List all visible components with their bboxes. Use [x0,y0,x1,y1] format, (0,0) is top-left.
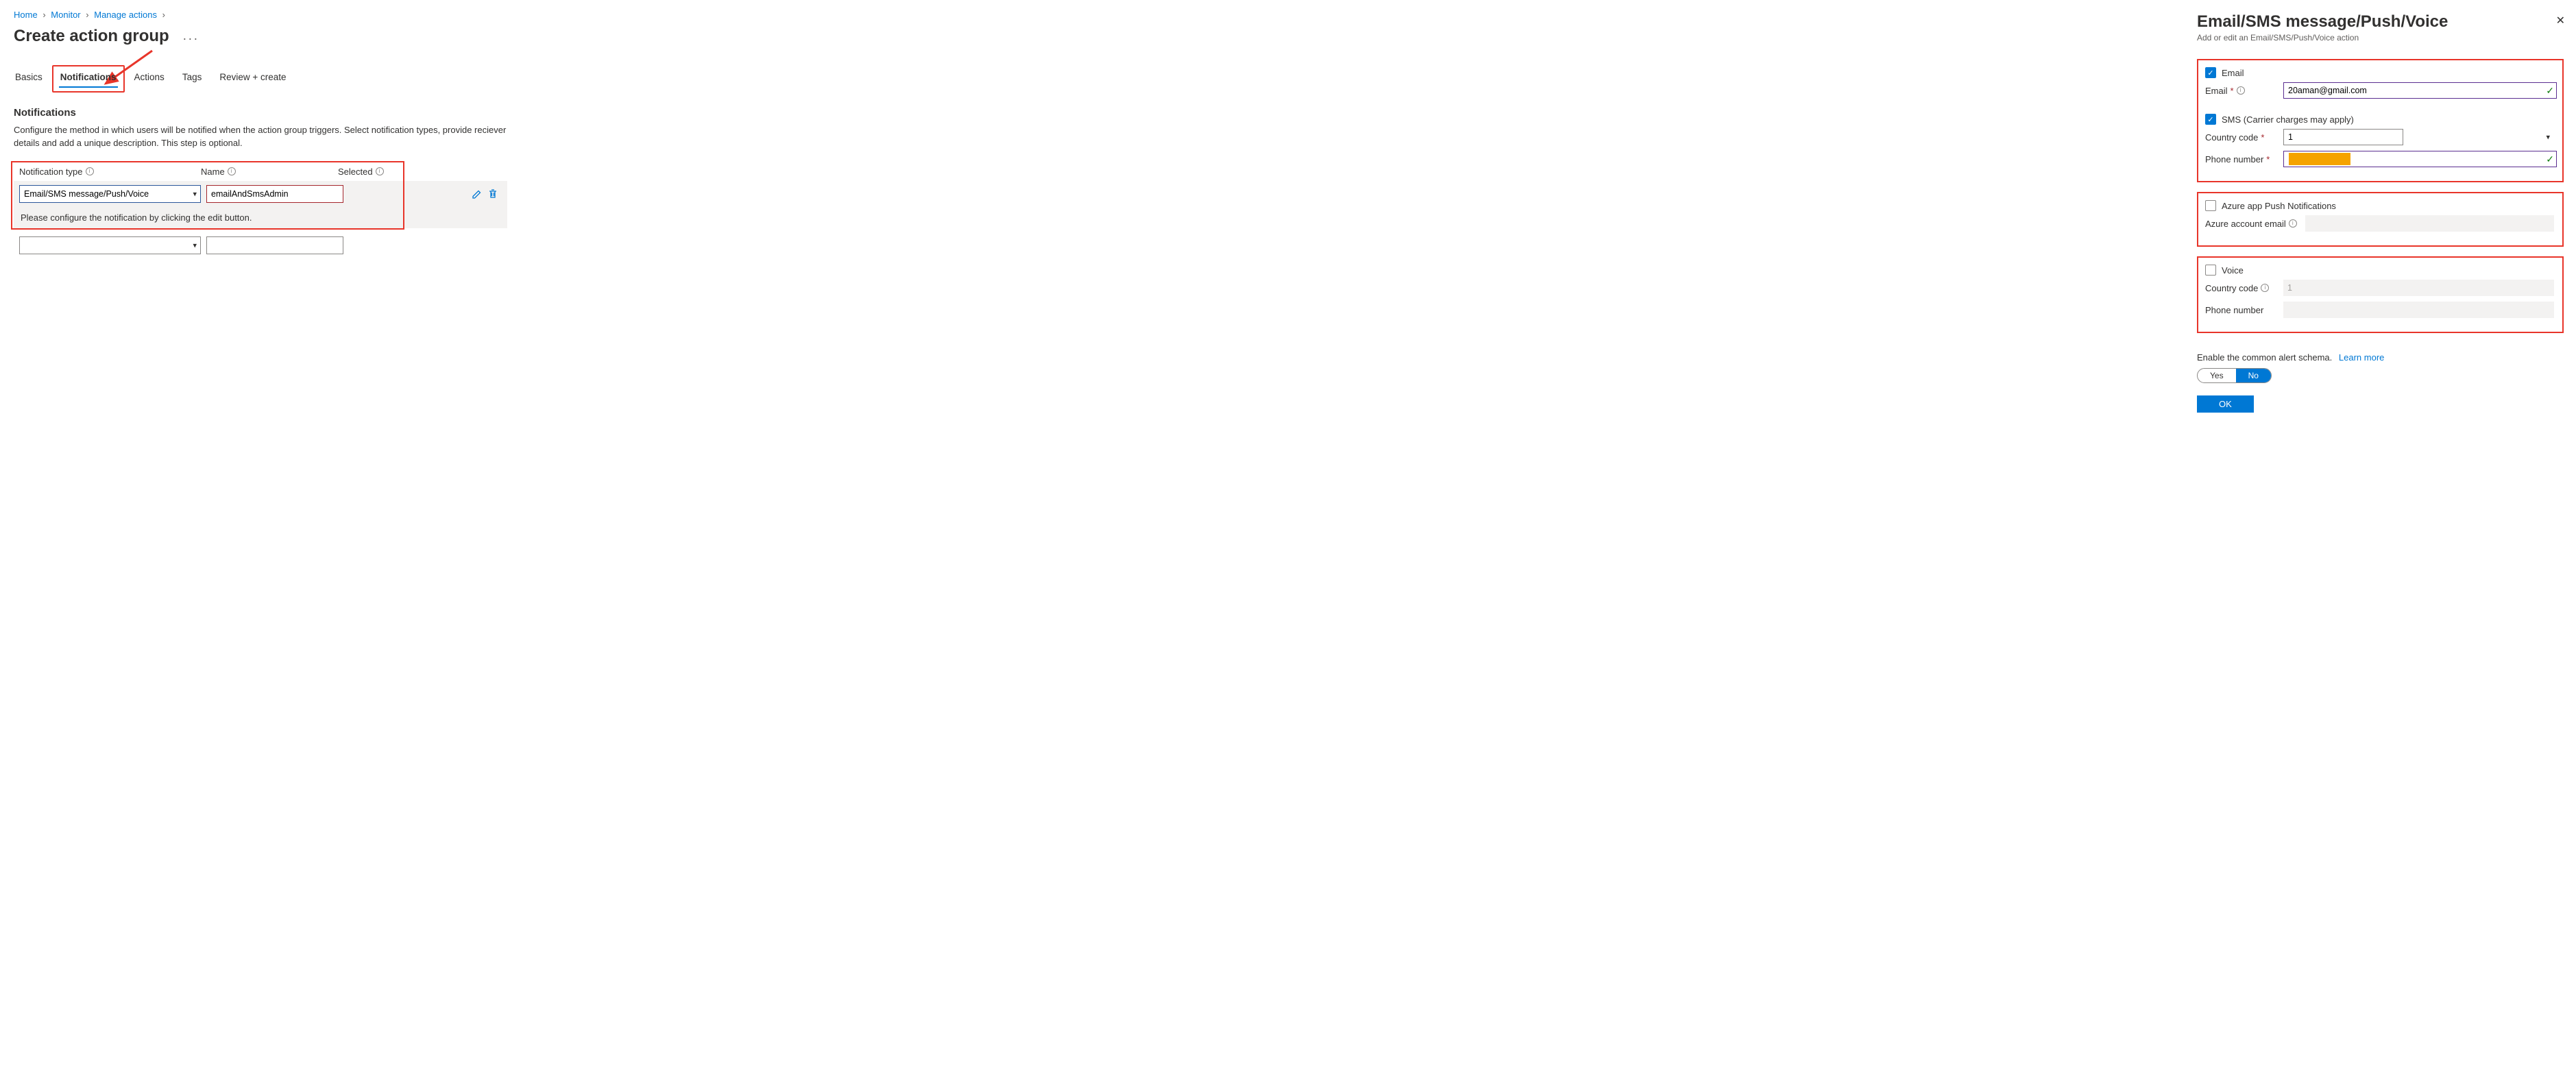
tab-actions[interactable]: Actions [133,69,166,88]
notification-hint: Please configure the notification by cli… [14,207,507,228]
required-icon: * [2231,86,2234,96]
annotation-highlight-box: Azure app Push Notifications Azure accou… [2197,192,2564,247]
section-heading-notifications: Notifications [14,107,2165,119]
page-title: Create action group [14,27,169,46]
info-icon[interactable]: i [2237,86,2245,95]
delete-icon[interactable] [488,188,498,199]
chevron-down-icon: ▾ [2546,133,2550,142]
ok-button[interactable]: OK [2197,395,2254,413]
notification-type-select-empty[interactable] [19,236,201,254]
th-selected: Selected [338,167,373,177]
tab-review-create[interactable]: Review + create [218,69,287,88]
email-field-label: Email [2205,86,2228,96]
info-icon[interactable]: i [86,167,94,175]
push-account-label: Azure account email [2205,219,2286,229]
learn-more-link[interactable]: Learn more [2339,352,2384,363]
voice-country-label: Country code [2205,283,2258,293]
push-account-input [2305,215,2554,232]
more-icon[interactable]: ··· [182,32,199,46]
voice-check-label: Voice [2222,265,2244,276]
breadcrumb: Home › Monitor › Manage actions › [14,10,2165,20]
breadcrumb-monitor[interactable]: Monitor [51,10,80,20]
info-icon[interactable]: i [376,167,384,175]
notification-type-select[interactable] [19,185,201,203]
sms-country-select[interactable] [2283,129,2403,145]
info-icon[interactable]: i [2261,284,2269,292]
breadcrumb-manage-actions[interactable]: Manage actions [94,10,157,20]
voice-phone-input [2283,302,2554,318]
table-row: ▾ [14,181,507,207]
voice-checkbox[interactable] [2205,265,2216,276]
voice-country-input [2283,280,2554,296]
panel-subtitle: Add or edit an Email/SMS/Push/Voice acti… [2197,33,2564,42]
info-icon[interactable]: i [2289,219,2297,228]
chevron-right-icon: › [162,10,165,20]
voice-phone-label: Phone number [2205,305,2263,315]
tab-basics[interactable]: Basics [14,69,44,88]
schema-yes[interactable]: Yes [2198,369,2236,382]
tab-notifications[interactable]: Notifications [59,69,118,88]
email-check-label: Email [2222,68,2244,78]
notification-name-input-empty[interactable] [206,236,343,254]
breadcrumb-home[interactable]: Home [14,10,38,20]
push-checkbox[interactable] [2205,200,2216,211]
sms-checkbox[interactable]: ✓ [2205,114,2216,125]
annotation-highlight-box: ✓ Email Email * i ✓ ✓ SMS (Carrier charg… [2197,59,2564,182]
required-icon: * [2261,132,2264,143]
tab-tags[interactable]: Tags [181,69,204,88]
th-name: Name [201,167,225,177]
notification-name-input[interactable] [206,185,343,203]
chevron-right-icon: › [42,10,45,20]
email-checkbox[interactable]: ✓ [2205,67,2216,78]
th-notification-type: Notification type [19,167,83,177]
required-icon: * [2266,154,2270,164]
schema-toggle[interactable]: Yes No [2197,368,2272,383]
email-input[interactable] [2283,82,2557,99]
sms-check-label: SMS (Carrier charges may apply) [2222,114,2354,125]
table-row: ▾ [14,232,507,258]
redaction-block [2289,153,2350,165]
push-check-label: Azure app Push Notifications [2222,201,2336,211]
schema-text: Enable the common alert schema. [2197,352,2332,363]
edit-icon[interactable] [472,188,483,199]
sms-phone-label: Phone number [2205,154,2263,164]
sms-country-label: Country code [2205,132,2258,143]
panel-title: Email/SMS message/Push/Voice [2197,12,2564,32]
chevron-right-icon: › [86,10,88,20]
info-icon[interactable]: i [228,167,236,175]
notifications-description: Configure the method in which users will… [14,124,507,150]
schema-no[interactable]: No [2236,369,2271,382]
close-icon[interactable]: ✕ [2556,14,2565,27]
annotation-highlight-box: Voice Country code i Phone number [2197,256,2564,333]
tabstrip: Basics Notifications Actions Tags Review… [14,69,2165,88]
table-header: Notification type i Name i Selected i [14,162,507,181]
